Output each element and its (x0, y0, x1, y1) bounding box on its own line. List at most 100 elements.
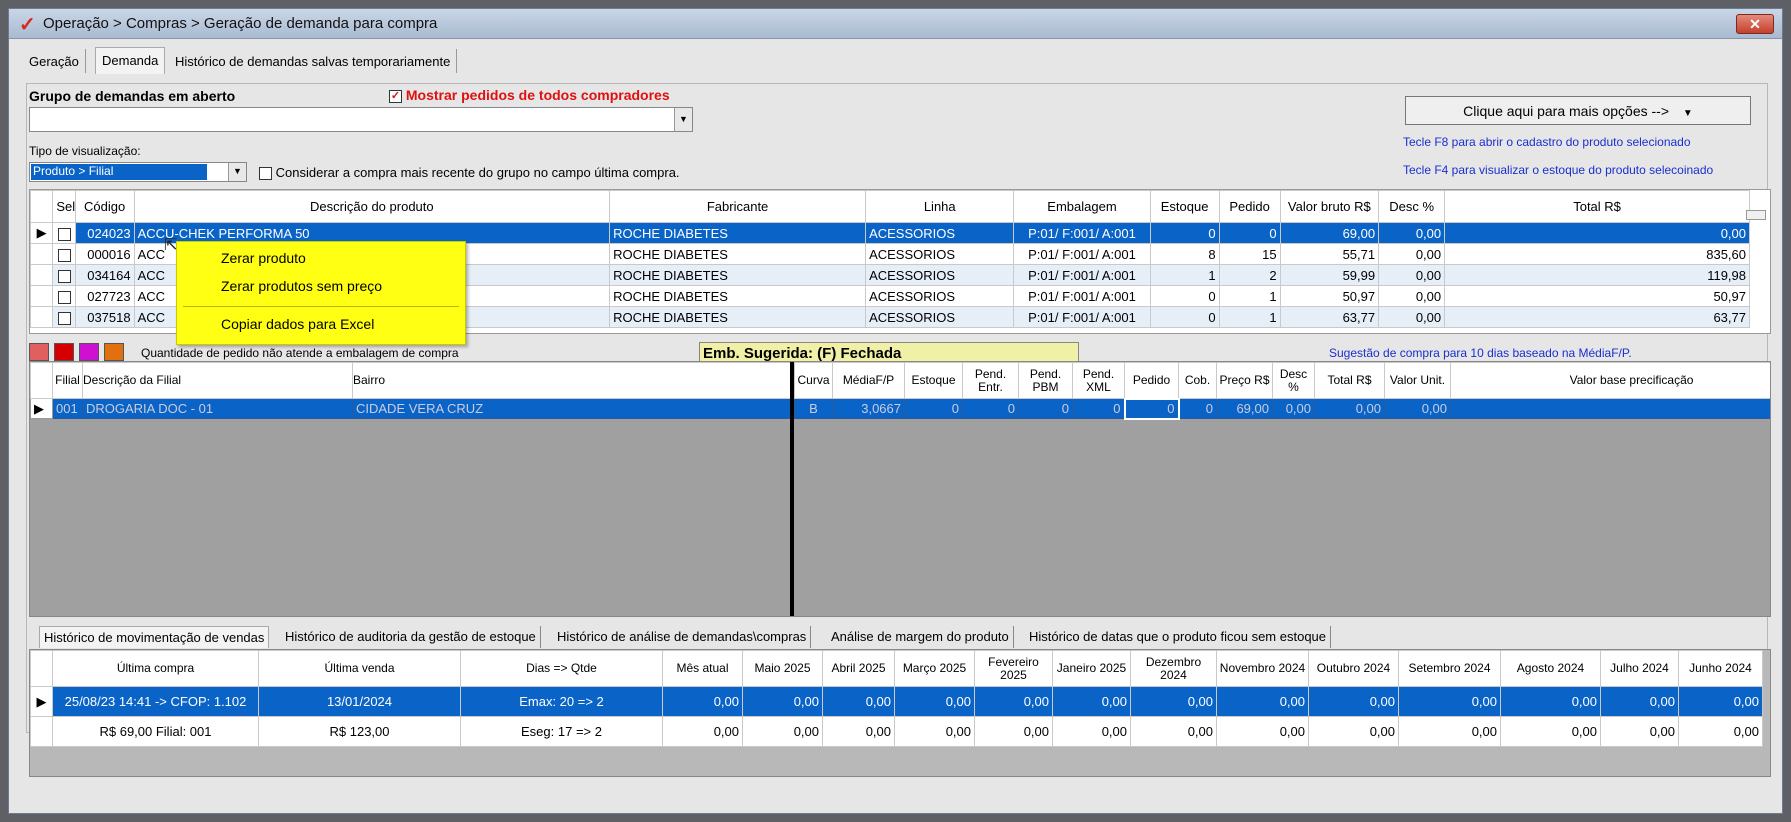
col-hist-6[interactable]: Março 2025 (894, 650, 975, 687)
col-total[interactable]: Total R$ (1444, 190, 1750, 223)
col-hist-3[interactable]: Mês atual (662, 650, 743, 687)
history-cell: 0,00 (1678, 686, 1763, 717)
close-button[interactable]: ✕ (1736, 14, 1774, 34)
row-checkbox[interactable] (57, 269, 71, 283)
col-hist-14[interactable]: Julho 2024 (1600, 650, 1679, 687)
col-desc-filial[interactable]: Descrição da Filial (82, 362, 353, 399)
col-hist-12[interactable]: Setembro 2024 (1398, 650, 1501, 687)
col-hist-4[interactable]: Maio 2025 (742, 650, 823, 687)
cell-fabricante: ROCHE DIABETES (609, 306, 867, 328)
history-row[interactable]: R$ 69,00 Filial: 001 R$ 123,00 Eseg: 17 =>… (30, 716, 1763, 747)
col-hist-5[interactable]: Abril 2025 (822, 650, 895, 687)
considerar-checkbox[interactable] (259, 167, 272, 181)
col-filial-2[interactable]: Estoque (904, 362, 963, 399)
col-sel[interactable]: Sel (52, 190, 76, 223)
col-filial-10[interactable]: Total R$ (1314, 362, 1385, 399)
col-filial-12[interactable]: Valor base precificação (1450, 362, 1770, 399)
col-filial-7[interactable]: Cob. (1178, 362, 1217, 399)
row-checkbox[interactable] (57, 311, 71, 325)
tab-hist-vendas[interactable]: Histórico de movimentação de vendas (39, 626, 270, 648)
history-cell: 25/08/23 14:41 -> CFOP: 1.102 (52, 686, 259, 717)
filial-cell: B (794, 398, 833, 419)
col-filial-6[interactable]: Pedido (1124, 362, 1179, 399)
cell-desc: 0,00 (1378, 306, 1446, 328)
col-filial-3[interactable]: Pend. Entr. (962, 362, 1019, 399)
col-hist-10[interactable]: Novembro 2024 (1216, 650, 1309, 687)
mostrar-todos-checkbox[interactable]: ✓ (389, 89, 402, 103)
col-bairro[interactable]: Bairro (352, 362, 791, 399)
tab-demanda[interactable]: Demanda (95, 47, 166, 74)
tipo-visualizacao-select[interactable]: Produto > Filial ▼ (29, 162, 247, 182)
history-cell: 0,00 (1130, 686, 1217, 717)
cell-estoque: 8 (1149, 243, 1220, 265)
filial-cell: 0,00 (1314, 398, 1385, 419)
col-hist-1[interactable]: Última venda (258, 650, 461, 687)
col-filial-5[interactable]: Pend. XML (1072, 362, 1125, 399)
tab-hist-sem-estoque[interactable]: Histórico de datas que o produto ficou s… (1029, 626, 1332, 648)
menu-zerar-sem-preco[interactable]: Zerar produtos sem preço (221, 278, 382, 294)
col-hist-15[interactable]: Junho 2024 (1678, 650, 1763, 687)
cell-fabricante: ROCHE DIABETES (609, 243, 867, 265)
history-cell: 0,00 (1130, 716, 1217, 747)
history-cell: 0,00 (1052, 686, 1131, 717)
history-cell: 0,00 (1398, 686, 1501, 717)
col-hist-9[interactable]: Dezembro 2024 (1130, 650, 1217, 687)
tab-analise-margem[interactable]: Análise de margem do produto (831, 626, 1014, 648)
col-filial-9[interactable]: Desc % (1272, 362, 1315, 399)
cell-linha: ACESSORIOS (865, 264, 1015, 286)
sel-cell[interactable] (52, 306, 76, 328)
grupo-demandas-select[interactable]: ▼ (29, 107, 693, 132)
col-filial-11[interactable]: Valor Unit. (1384, 362, 1451, 399)
row-header (30, 306, 54, 328)
col-filial[interactable]: Filial (52, 362, 83, 399)
filial-row[interactable]: ▶ 001 DROGARIA DOC - 01 CIDADE VERA CRUZ (30, 398, 791, 419)
cell-total: 50,97 (1444, 285, 1750, 307)
col-filial-0[interactable]: Curva (794, 362, 833, 399)
tab-geracao[interactable]: Geração (23, 49, 86, 73)
tab-hist-analise[interactable]: Histórico de análise de demandas\compras (557, 626, 812, 648)
grid-scroll-thumb[interactable] (1746, 210, 1766, 220)
col-hist-0[interactable]: Última compra (52, 650, 259, 687)
row-checkbox[interactable] (57, 227, 71, 241)
sel-cell[interactable] (52, 285, 76, 307)
row-checkbox[interactable] (57, 248, 71, 262)
filial-cell: 3,0667 (832, 398, 905, 419)
history-cell: 0,00 (1216, 716, 1309, 747)
filial-cell: 0 (1178, 398, 1217, 419)
col-desc[interactable]: Desc % (1378, 190, 1446, 223)
col-embalagem[interactable]: Embalagem (1013, 190, 1151, 223)
col-fabricante[interactable]: Fabricante (609, 190, 867, 223)
col-codigo[interactable]: Código (74, 190, 135, 223)
history-row[interactable]: ▶ 25/08/23 14:41 -> CFOP: 1.102 13/01/2024… (30, 686, 1763, 717)
col-filial-4[interactable]: Pend. PBM (1018, 362, 1073, 399)
col-hist-7[interactable]: Fevereiro 2025 (974, 650, 1053, 687)
col-descricao[interactable]: Descrição do produto (133, 190, 611, 223)
col-estoque[interactable]: Estoque (1149, 190, 1220, 223)
menu-zerar-produto[interactable]: Zerar produto (221, 250, 306, 266)
menu-copiar-excel[interactable]: Copiar dados para Excel (221, 316, 374, 332)
col-linha[interactable]: Linha (865, 190, 1015, 223)
tab-hist-auditoria[interactable]: Histórico de auditoria da gestão de esto… (285, 626, 541, 648)
sel-cell[interactable] (52, 243, 76, 265)
tab-historico-demandas[interactable]: Histórico de demandas salvas temporariam… (169, 49, 458, 73)
row-checkbox[interactable] (57, 290, 71, 304)
col-pedido[interactable]: Pedido (1218, 190, 1281, 223)
col-hist-13[interactable]: Agosto 2024 (1500, 650, 1601, 687)
history-grid: Última compra Última venda Dias => Qtde Mês… (29, 649, 1771, 777)
col-hist-8[interactable]: Janeiro 2025 (1052, 650, 1131, 687)
filial-cell: 0 (1123, 397, 1180, 420)
sel-cell[interactable] (52, 264, 76, 286)
cell-fabricante: ROCHE DIABETES (609, 222, 867, 244)
col-filial-1[interactable]: MédiaF/P (832, 362, 905, 399)
filial-row-values[interactable]: B3,066700000069,000,000,000,0069,08 (794, 397, 1770, 420)
mais-opcoes-button[interactable]: Clique aqui para mais opções --> ▼ (1405, 96, 1751, 125)
filial-cell: 0,00 (1272, 398, 1315, 419)
sel-cell[interactable] (52, 222, 76, 244)
col-filial-8[interactable]: Preço R$ (1216, 362, 1273, 399)
legend-color-2 (54, 343, 74, 361)
chevron-down-icon: ▼ (228, 163, 246, 181)
col-hist-2[interactable]: Dias => Qtde (460, 650, 663, 687)
col-valor-bruto[interactable]: Valor bruto R$ (1279, 190, 1380, 223)
col-hist-11[interactable]: Outubro 2024 (1308, 650, 1399, 687)
filial-cell: 0,00 (1384, 398, 1451, 419)
